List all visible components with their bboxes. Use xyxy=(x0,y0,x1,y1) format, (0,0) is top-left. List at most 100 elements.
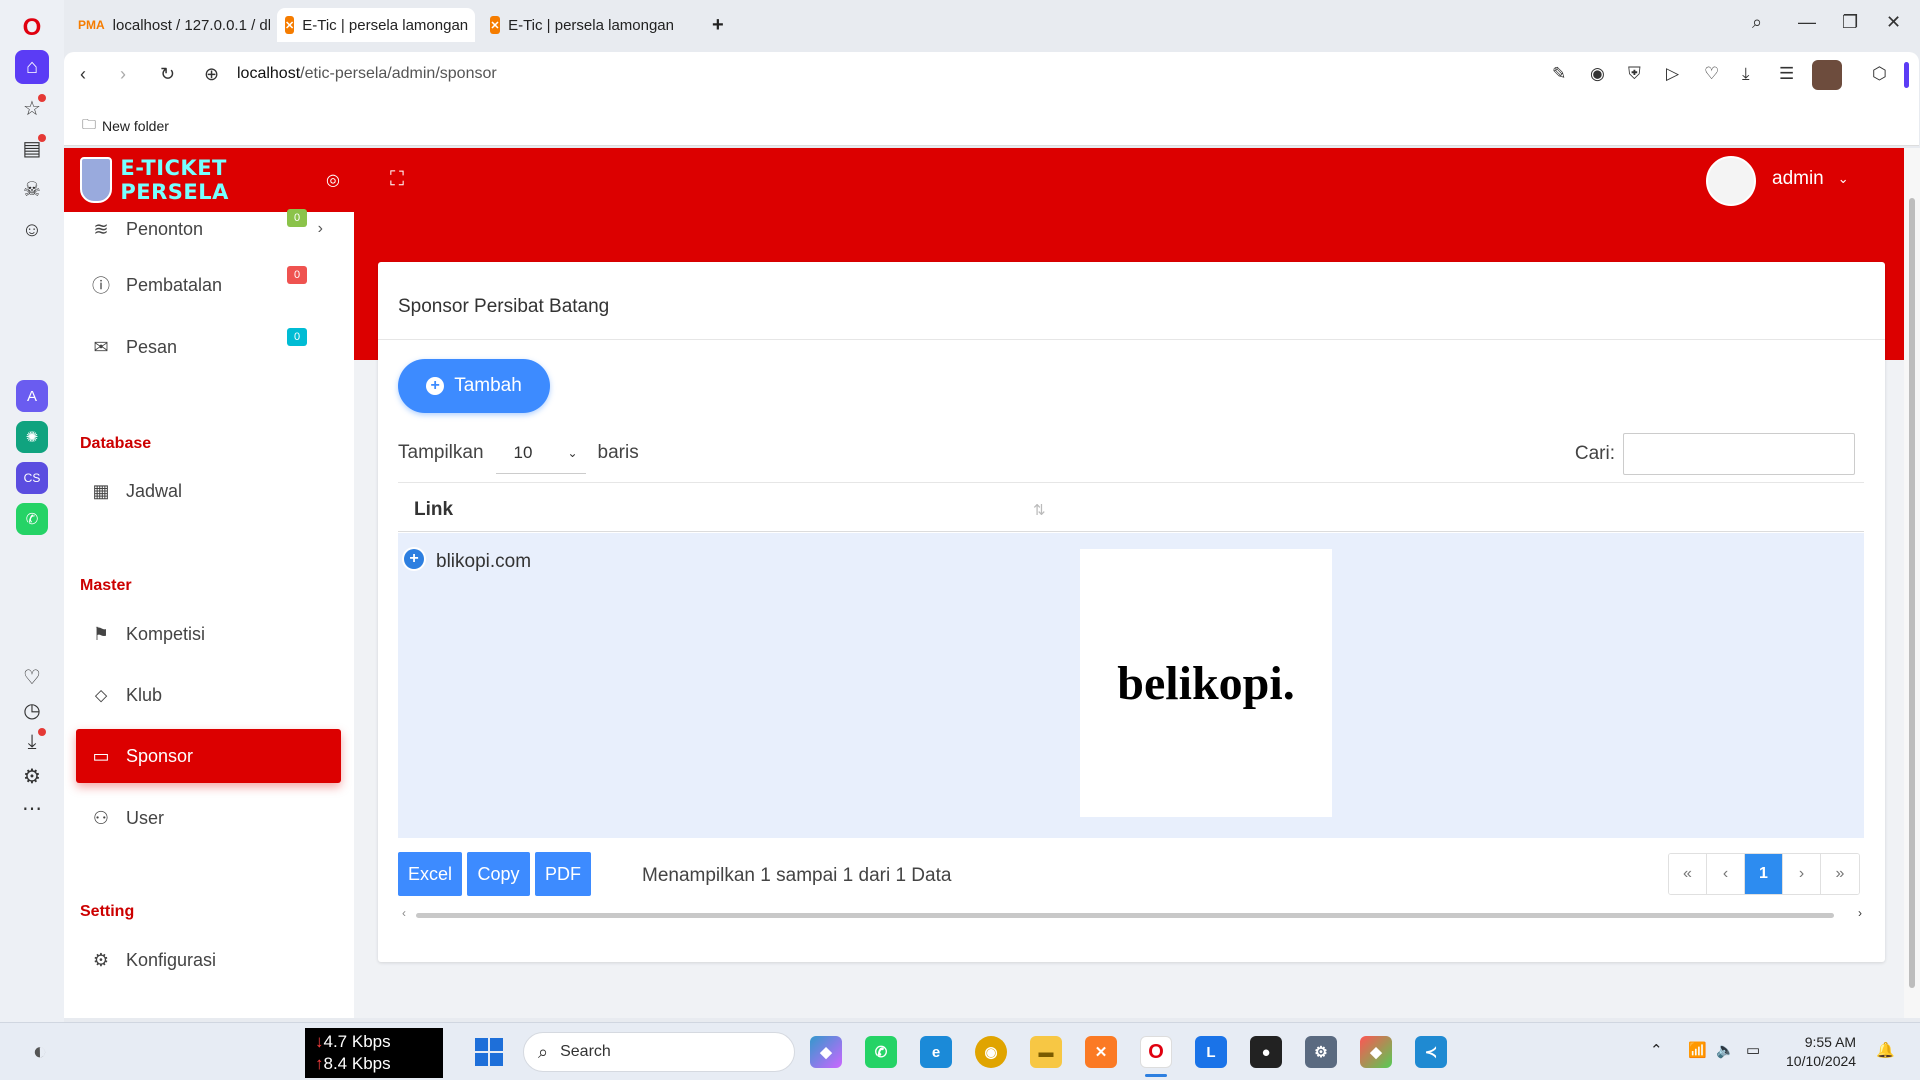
shield-icon[interactable]: ⛨ xyxy=(1628,64,1641,84)
forward-icon[interactable]: › xyxy=(120,64,126,85)
profile-avatar[interactable] xyxy=(1812,60,1842,90)
sidebar-item-kompetisi[interactable]: ⚑ Kompetisi xyxy=(76,607,341,661)
wifi-icon[interactable]: 📶 xyxy=(1688,1041,1707,1059)
github-icon[interactable]: ● xyxy=(1250,1036,1282,1068)
tab-etic-active[interactable]: ✕ E-Tic | persela lamongan xyxy=(277,8,475,42)
scroll-right-icon[interactable]: › xyxy=(1858,906,1862,920)
page-length-select[interactable]: 10 ⌄ xyxy=(495,432,586,474)
new-tab-button[interactable]: + xyxy=(704,8,732,42)
chevron-up-icon[interactable]: ⌃ xyxy=(1650,1041,1663,1059)
git-icon[interactable]: ◆ xyxy=(1360,1036,1392,1068)
user-avatar[interactable] xyxy=(1706,156,1756,206)
l-app-icon[interactable]: L xyxy=(1195,1036,1227,1068)
sidebar-item-konfigurasi[interactable]: ⚙ Konfigurasi xyxy=(76,933,341,987)
fullscreen-icon[interactable]: ⛶ xyxy=(390,168,404,191)
ai-skull-icon[interactable]: ☠ xyxy=(16,173,48,205)
user-menu[interactable]: admin ⌄ xyxy=(1772,168,1849,190)
heart-icon[interactable]: ♡ xyxy=(16,661,48,693)
sidebar-item-penonton[interactable]: ≋ Penonton 0 › xyxy=(76,202,341,256)
tab-phpmyadmin[interactable]: PMA localhost / 127.0.0.1 / db_ xyxy=(70,8,270,42)
pinboard-icon[interactable]: ☆ xyxy=(16,92,48,124)
sidebar-item-jadwal[interactable]: ▦ Jadwal xyxy=(76,464,341,518)
export-excel-button[interactable]: Excel xyxy=(398,852,462,896)
downloads-icon[interactable]: ⤓ xyxy=(1742,64,1750,84)
export-copy-button[interactable]: Copy xyxy=(467,852,530,896)
aria-app-icon[interactable]: A xyxy=(16,380,48,412)
widgets-icon[interactable]: ◐ xyxy=(24,1036,56,1068)
restore-button[interactable]: ❐ xyxy=(1842,12,1858,33)
column-header-link[interactable]: Link xyxy=(414,499,453,521)
camera-icon[interactable]: ◉ xyxy=(1590,64,1605,84)
close-window-button[interactable]: ✕ xyxy=(1886,12,1901,33)
wallet-icon[interactable]: ▤ xyxy=(16,132,48,164)
page-vertical-scrollbar[interactable] xyxy=(1904,148,1920,1018)
pager-last[interactable]: » xyxy=(1821,854,1859,894)
pager-first[interactable]: « xyxy=(1669,854,1707,894)
sidebar-item-sponsor[interactable]: ▭ Sponsor xyxy=(76,729,341,783)
copilot-icon[interactable]: ◆ xyxy=(810,1036,842,1068)
download-icon[interactable]: ⤓ xyxy=(16,726,48,758)
scrollbar-thumb[interactable] xyxy=(416,913,1834,918)
app-sidebar: ≋ Penonton 0 › ⓘ Pembatalan 0 ✉ Pesan 0 … xyxy=(64,209,354,1018)
file-explorer-icon[interactable]: ▬ xyxy=(1030,1036,1062,1068)
minimize-button[interactable]: — xyxy=(1798,12,1816,33)
opera-icon[interactable]: O xyxy=(1140,1036,1172,1068)
sort-icon[interactable]: ⇅ xyxy=(1033,501,1046,519)
app-brand[interactable]: E-TICKET PERSELA ◎ xyxy=(80,152,340,208)
pager-current[interactable]: 1 xyxy=(1745,854,1783,894)
battery-icon[interactable]: ▭ xyxy=(1746,1041,1760,1059)
pager-next[interactable]: › xyxy=(1783,854,1821,894)
sidebar-item-klub[interactable]: ⬦ Klub xyxy=(76,668,341,722)
clock-time: 9:55 AM xyxy=(1804,1034,1857,1050)
sidebar-item-user[interactable]: ⚇ User xyxy=(76,791,341,845)
cs-app-icon[interactable]: CS xyxy=(16,462,48,494)
more-icon[interactable]: ⋯ xyxy=(16,792,48,824)
extensions-icon[interactable]: ⬡ xyxy=(1872,64,1887,84)
back-icon[interactable]: ‹ xyxy=(80,64,86,85)
arrow-down-icon: ↓ xyxy=(315,1032,324,1051)
edge-icon[interactable]: e xyxy=(920,1036,952,1068)
sidebar-toggle-icon[interactable] xyxy=(1904,62,1909,88)
settings-icon[interactable]: ⚙ xyxy=(16,760,48,792)
add-button[interactable]: + Tambah xyxy=(398,359,550,413)
favorite-icon[interactable]: ♡ xyxy=(1704,64,1719,84)
chrome-icon[interactable]: ◉ xyxy=(975,1036,1007,1068)
tab-etic[interactable]: ✕ E-Tic | persela lamongan xyxy=(482,8,682,42)
settings-app-icon[interactable]: ⚙ xyxy=(1305,1036,1337,1068)
table-header: Link ⇅ xyxy=(398,482,1864,532)
history-icon[interactable]: ◷ xyxy=(16,694,48,726)
opera-logo-icon[interactable]: O xyxy=(16,12,48,44)
emoji-icon[interactable]: ☺ xyxy=(16,214,48,246)
search-tabs-icon[interactable]: ⌕ xyxy=(1752,12,1762,33)
sidebar-item-pembatalan[interactable]: ⓘ Pembatalan 0 xyxy=(76,258,341,312)
chatgpt-icon[interactable]: ✺ xyxy=(16,421,48,453)
easy-setup-icon[interactable]: ☰ xyxy=(1779,64,1794,84)
xampp-icon[interactable]: ✕ xyxy=(1085,1036,1117,1068)
info-icon: ⓘ xyxy=(92,276,110,296)
volume-icon[interactable]: 🔈 xyxy=(1716,1041,1735,1059)
whatsapp-icon[interactable]: ✆ xyxy=(865,1036,897,1068)
pager-prev[interactable]: ‹ xyxy=(1707,854,1745,894)
notification-bell-icon[interactable]: 🔔 xyxy=(1876,1041,1895,1059)
reload-icon[interactable]: ↻ xyxy=(160,64,175,85)
expand-row-icon[interactable]: + xyxy=(404,549,424,569)
url-field[interactable]: localhost/etic-persela/admin/sponsor xyxy=(237,65,497,83)
scrollbar-thumb[interactable] xyxy=(1909,198,1915,988)
scroll-left-icon[interactable]: ‹ xyxy=(402,906,406,920)
whatsapp-icon[interactable]: ✆ xyxy=(16,503,48,535)
bookmark-folder[interactable]: 🗀 New folder xyxy=(82,114,169,138)
table-horizontal-scrollbar[interactable]: ‹ › xyxy=(398,906,1864,922)
export-pdf-button[interactable]: PDF xyxy=(535,852,591,896)
taskbar-search[interactable]: ⌕ Search xyxy=(523,1032,795,1072)
system-clock[interactable]: 9:55 AM 10/10/2024 xyxy=(1786,1033,1856,1071)
site-info-icon[interactable]: ⊕ xyxy=(204,64,219,85)
edit-icon[interactable]: ✎ xyxy=(1552,64,1566,84)
home-icon[interactable]: ⌂ xyxy=(15,50,49,84)
start-button[interactable] xyxy=(475,1038,503,1066)
search-input[interactable] xyxy=(1623,433,1855,475)
vscode-icon[interactable]: ≺ xyxy=(1415,1036,1447,1068)
toggle-sidebar-icon[interactable]: ◎ xyxy=(326,170,340,190)
play-icon[interactable]: ▷ xyxy=(1666,64,1679,84)
sidebar-item-pesan[interactable]: ✉ Pesan 0 xyxy=(76,320,341,374)
layers-icon: ≋ xyxy=(93,218,109,239)
